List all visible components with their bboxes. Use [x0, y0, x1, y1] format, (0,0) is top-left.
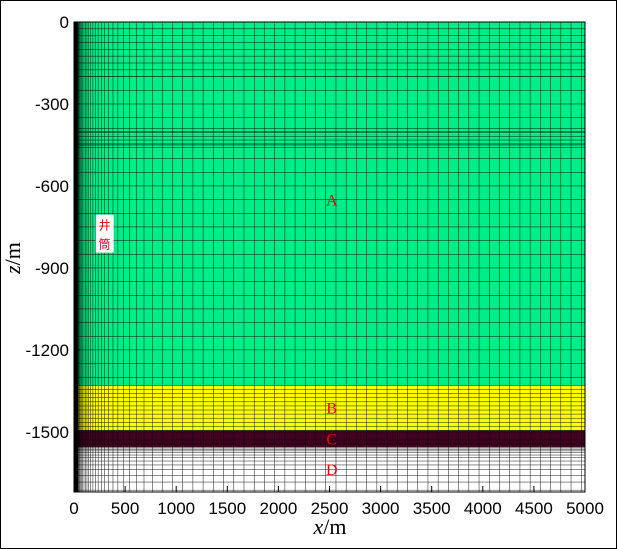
x-tick-label: 5000: [566, 499, 604, 518]
y-tick-label: -1500: [26, 423, 69, 442]
wellbore-strip: [74, 22, 78, 492]
y-tick-label: -1200: [26, 341, 69, 360]
x-tick-label: 4500: [515, 499, 553, 518]
x-tick-label: 0: [69, 499, 78, 518]
x-tick-label: 4000: [464, 499, 502, 518]
mesh-plot: 0 500 1000 1500 2000 2500 3000 3500 4000 4500 5000…: [0, 13, 604, 539]
x-tick-label: 3500: [413, 499, 451, 518]
x-tick-label: 500: [111, 499, 139, 518]
x-tick-label: 3000: [362, 499, 400, 518]
y-axis-label: z/m: [0, 242, 25, 275]
region-label-d: D: [326, 462, 338, 479]
x-tick-label: 1000: [157, 499, 195, 518]
y-axis-ticks: 0 -300 -600 -900 -1200 -1500: [26, 13, 80, 442]
x-tick-label: 1500: [208, 499, 246, 518]
wellbore-label: 井 筒: [95, 214, 114, 253]
x-axis-label: x/m: [313, 514, 347, 539]
y-tick-label: -300: [35, 95, 69, 114]
region-label-c: C: [326, 432, 337, 449]
y-tick-label: -900: [35, 259, 69, 278]
region-label-a: A: [326, 193, 338, 210]
regions-layer: [74, 22, 585, 492]
wellbore-label-line2: 筒: [99, 237, 111, 252]
region-label-b: B: [326, 400, 337, 417]
y-tick-label: -600: [35, 177, 69, 196]
wellbore-label-line1: 井: [99, 219, 111, 233]
x-tick-label: 2000: [259, 499, 297, 518]
y-tick-label: 0: [60, 13, 69, 32]
